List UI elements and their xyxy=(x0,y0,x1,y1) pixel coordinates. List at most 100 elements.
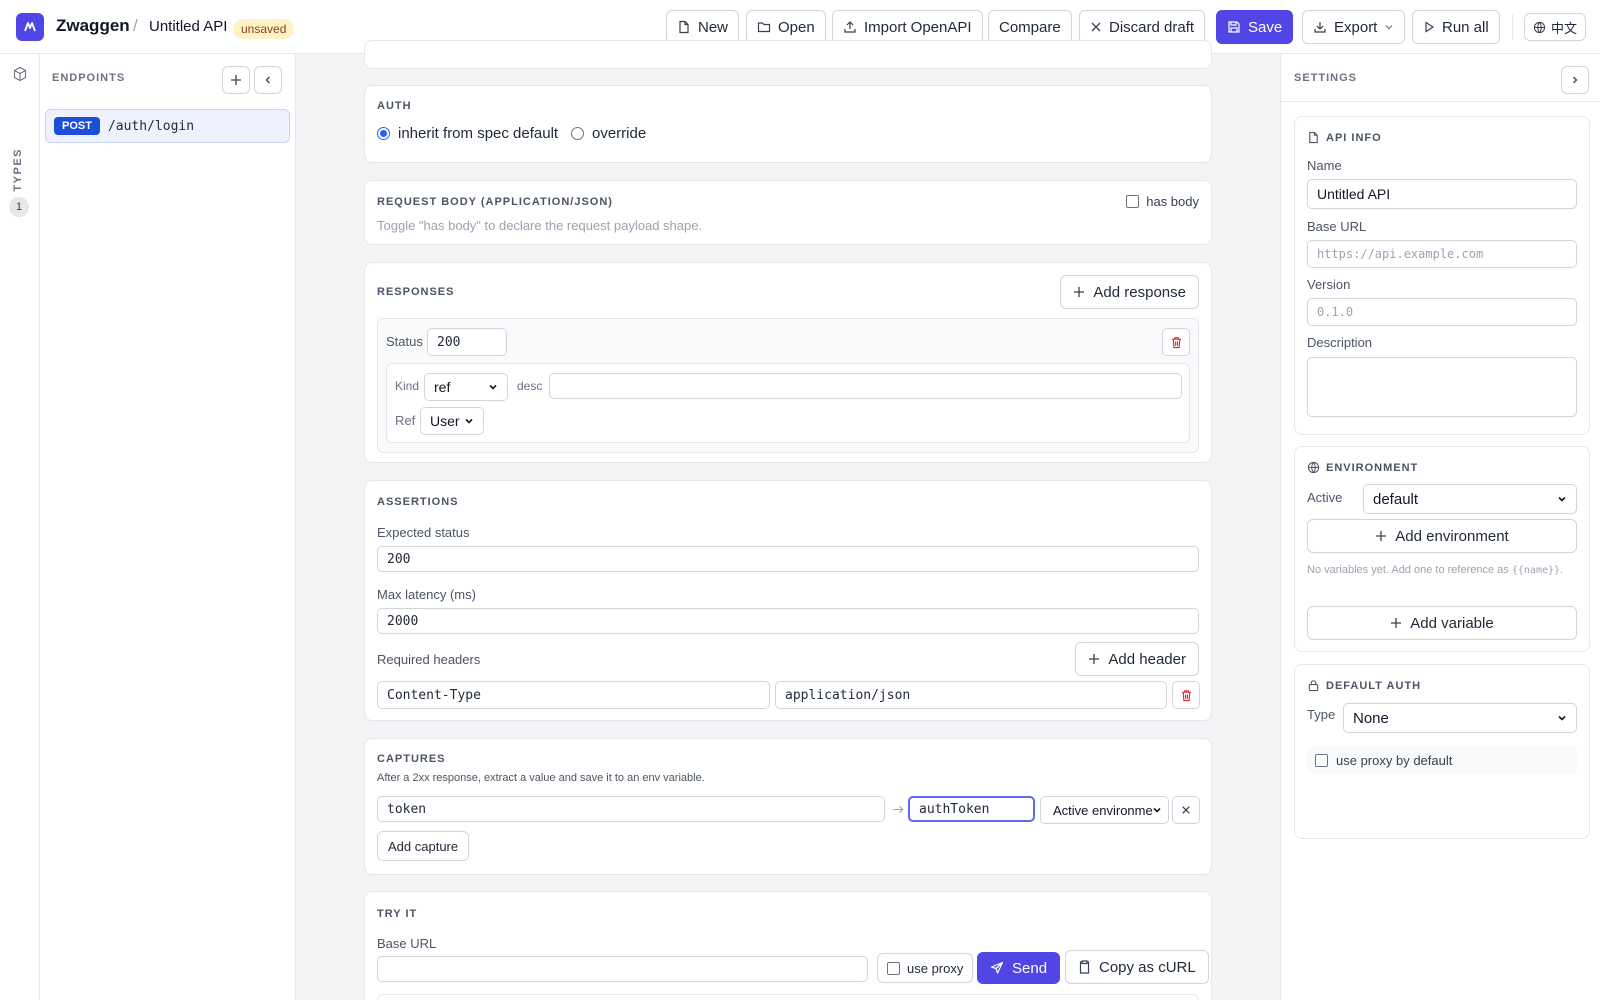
try-use-proxy-label: use proxy xyxy=(907,960,964,976)
api-base-url-label: Base URL xyxy=(1307,219,1367,234)
chevron-right-icon xyxy=(1573,76,1578,84)
plus-icon xyxy=(1089,654,1100,664)
capture-variable-input[interactable]: authToken xyxy=(908,796,1035,822)
default-proxy-toggle[interactable]: use proxy by default xyxy=(1307,746,1577,774)
responses-section: RESPONSES Add response Status 200 Kind r… xyxy=(364,262,1212,463)
has-body-checkbox[interactable] xyxy=(1126,195,1140,208)
max-latency-input[interactable]: 2000 xyxy=(377,608,1199,634)
request-body-section: REQUEST BODY (APPLICATION/JSON) has body… xyxy=(364,180,1212,245)
discard-draft-button[interactable]: Discard draft xyxy=(1079,10,1206,44)
response-schema-box: Kind ref desc Ref User xyxy=(386,363,1190,443)
kind-value: ref xyxy=(434,379,451,395)
auth-title: AUTH xyxy=(377,100,412,112)
globe-icon xyxy=(1533,21,1546,33)
environment-title: ENVIRONMENT xyxy=(1326,461,1419,474)
chevron-down-icon xyxy=(489,384,497,390)
chevron-left-icon xyxy=(265,76,270,84)
api-version-placeholder: 0.1.0 xyxy=(1317,305,1354,319)
collapse-sidebar-button[interactable] xyxy=(254,66,282,94)
add-variable-label: Add variable xyxy=(1410,614,1494,632)
expected-status-input[interactable]: 200 xyxy=(377,546,1199,572)
auth-section: AUTH inherit from spec default override xyxy=(364,85,1212,163)
api-version-input[interactable]: 0.1.0 xyxy=(1307,298,1577,326)
add-capture-button[interactable]: Add capture xyxy=(377,831,470,861)
try-use-proxy-checkbox[interactable] xyxy=(887,961,900,975)
api-name-input[interactable]: Untitled API xyxy=(1307,179,1577,209)
header-name-input[interactable]: Content-Type xyxy=(377,681,770,709)
environment-select[interactable]: default xyxy=(1363,484,1577,514)
add-environment-button[interactable]: Add environment xyxy=(1307,519,1577,553)
plus-icon xyxy=(1376,531,1387,541)
import-openapi-button[interactable]: Import OpenAPI xyxy=(832,10,983,44)
language-button[interactable]: 中文 xyxy=(1524,13,1587,41)
try-it-request-panel xyxy=(377,994,1199,1000)
api-description-textarea[interactable] xyxy=(1307,357,1577,417)
environment-active-label: Active xyxy=(1307,490,1343,505)
ref-value: User xyxy=(430,413,460,429)
assertions-section: ASSERTIONS Expected status 200 Max laten… xyxy=(364,480,1212,721)
chevron-down-icon xyxy=(465,418,473,424)
try-use-proxy-toggle[interactable]: use proxy xyxy=(877,953,974,983)
discard-draft-label: Discard draft xyxy=(1109,18,1195,36)
add-endpoint-button[interactable] xyxy=(222,66,250,94)
save-button[interactable]: Save xyxy=(1216,10,1294,44)
delete-header-button[interactable] xyxy=(1172,681,1200,709)
types-rail: TYPES 1 xyxy=(0,54,40,1000)
types-count-badge: 1 xyxy=(9,197,29,217)
endpoint-item[interactable]: POST /auth/login xyxy=(45,109,290,143)
run-all-button[interactable]: Run all xyxy=(1412,10,1500,44)
auth-inherit-option[interactable]: inherit from spec default xyxy=(377,125,558,142)
copy-curl-button[interactable]: Copy as cURL xyxy=(1065,950,1209,984)
app-logo[interactable] xyxy=(16,13,44,41)
chevron-down-icon xyxy=(1385,25,1393,30)
compare-button[interactable]: Compare xyxy=(988,10,1072,44)
try-base-url-input[interactable] xyxy=(377,956,868,982)
api-info-header: API INFO xyxy=(1307,131,1382,144)
api-base-url-input[interactable]: https://api.example.com xyxy=(1307,240,1577,268)
default-auth-title: DEFAULT AUTH xyxy=(1326,679,1422,692)
ref-select[interactable]: User xyxy=(420,407,484,435)
send-button[interactable]: Send xyxy=(977,952,1061,984)
add-response-button[interactable]: Add response xyxy=(1060,275,1199,309)
has-body-toggle[interactable]: has body xyxy=(1126,194,1199,209)
collapse-settings-button[interactable] xyxy=(1561,66,1589,94)
cube-icon[interactable] xyxy=(12,66,28,82)
delete-response-button[interactable] xyxy=(1162,328,1190,356)
plus-icon xyxy=(231,75,241,85)
new-button[interactable]: New xyxy=(666,10,740,44)
default-auth-type-label: Type xyxy=(1307,707,1336,722)
default-proxy-label: use proxy by default xyxy=(1336,752,1453,768)
captures-section: CAPTURES After a 2xx response, extract a… xyxy=(364,738,1212,875)
status-input[interactable]: 200 xyxy=(427,328,507,356)
capture-target-select[interactable]: Active environment xyxy=(1040,796,1169,824)
endpoints-sidebar: ENDPOINTS POST /auth/login xyxy=(40,54,296,1000)
open-button[interactable]: Open xyxy=(746,10,826,44)
api-name: Untitled API xyxy=(149,18,228,35)
language-label: 中文 xyxy=(1551,20,1578,36)
auth-override-label: override xyxy=(592,125,647,142)
send-button-label: Send xyxy=(1012,959,1048,977)
max-latency-label: Max latency (ms) xyxy=(377,587,476,602)
delete-capture-button[interactable] xyxy=(1172,796,1200,824)
add-variable-button[interactable]: Add variable xyxy=(1307,606,1577,640)
add-header-button[interactable]: Add header xyxy=(1075,642,1199,676)
close-icon xyxy=(1091,22,1101,32)
desc-input[interactable] xyxy=(549,373,1182,399)
header-value-input[interactable]: application/json xyxy=(775,681,1167,709)
kind-select[interactable]: ref xyxy=(424,373,508,401)
default-auth-type-select[interactable]: None xyxy=(1343,703,1577,733)
auth-override-option[interactable]: override xyxy=(571,125,646,142)
auth-inherit-radio[interactable] xyxy=(377,127,390,140)
compare-button-label: Compare xyxy=(999,18,1061,36)
clipboard-icon xyxy=(1079,960,1090,974)
export-button[interactable]: Export xyxy=(1302,10,1406,44)
brand-name: Zwaggen xyxy=(56,16,130,35)
auth-override-radio[interactable] xyxy=(571,127,584,140)
captures-title: CAPTURES xyxy=(377,753,446,765)
plus-icon xyxy=(1074,287,1085,297)
types-tab-label[interactable]: TYPES xyxy=(12,148,24,192)
download-icon xyxy=(1314,22,1326,33)
add-capture-label: Add capture xyxy=(388,838,459,854)
capture-path-input[interactable]: token xyxy=(377,796,885,822)
default-proxy-checkbox[interactable] xyxy=(1315,753,1328,767)
